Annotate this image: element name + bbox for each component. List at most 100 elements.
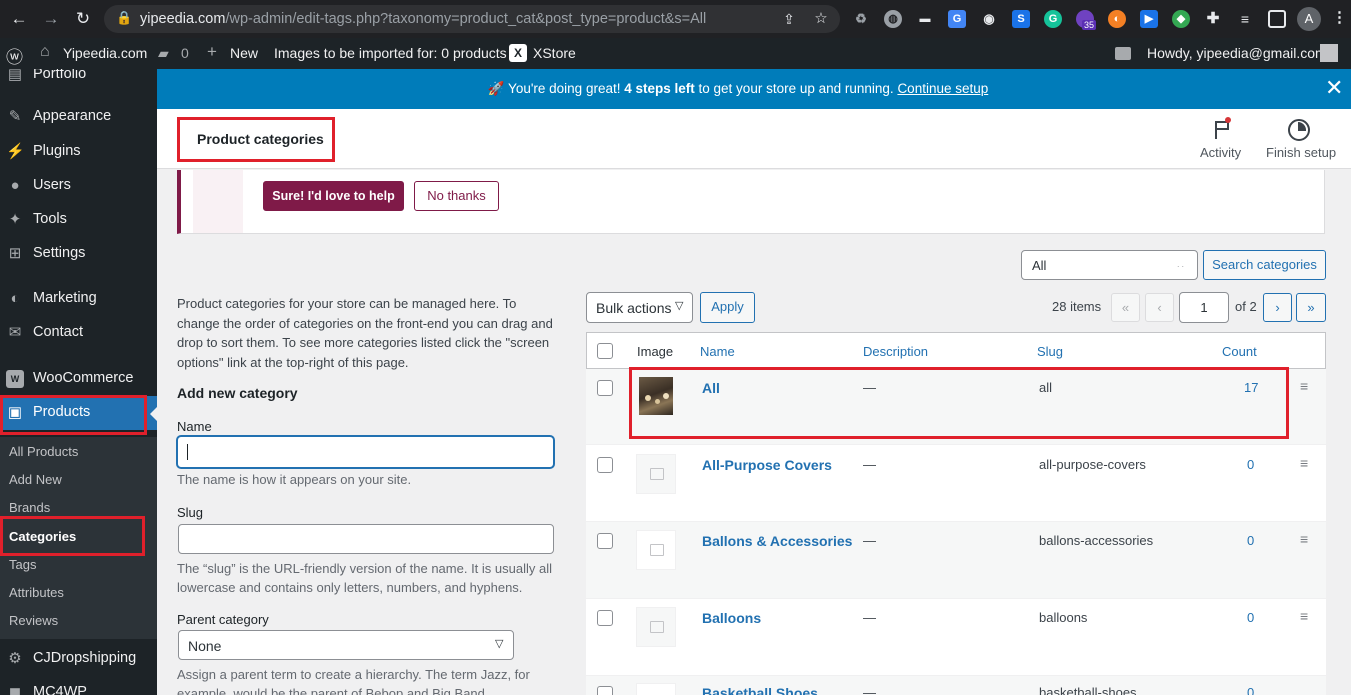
menu-appearance[interactable]: ✎ Appearance [0, 100, 157, 134]
row-checkbox[interactable] [597, 533, 613, 549]
camera-extension-icon[interactable]: ◉ [980, 10, 998, 28]
submenu-reviews[interactable]: Reviews [9, 613, 58, 628]
name-help-text: The name is how it appears on your site. [177, 472, 412, 487]
search-categories-button[interactable]: Search categories [1203, 250, 1326, 280]
extensions-puzzle-icon[interactable]: ✚ [1204, 10, 1222, 28]
search-categories-input[interactable]: All .. [1021, 250, 1198, 280]
select-all-checkbox[interactable] [597, 343, 613, 359]
next-page-button[interactable]: › [1263, 293, 1292, 322]
half-moon-extension-icon[interactable]: ◐ [1108, 10, 1126, 28]
globe-extension-icon[interactable]: ◍ [884, 10, 902, 28]
finish-setup-label[interactable]: Finish setup [1266, 145, 1336, 160]
submenu-all-products[interactable]: All Products [9, 444, 78, 459]
menu-users[interactable]: ● Users [0, 169, 157, 203]
category-count[interactable]: 0 [1247, 610, 1254, 625]
category-count[interactable]: 0 [1247, 533, 1254, 548]
category-count[interactable]: 0 [1247, 685, 1254, 695]
xstore-link[interactable]: XStore [533, 45, 576, 61]
activity-flag-icon[interactable] [1213, 117, 1231, 139]
menu-contact[interactable]: ✉ Contact [0, 316, 157, 350]
category-name-link[interactable]: Ballons & Accessories [702, 533, 852, 549]
address-bar[interactable]: 🔒 yipeedia.com/wp-admin/edit-tags.php?ta… [104, 5, 840, 33]
grammarly-extension-icon[interactable]: G [1044, 10, 1062, 28]
category-name-link[interactable]: All-Purpose Covers [702, 457, 832, 473]
category-name-link[interactable]: Basketball Shoes [702, 685, 818, 695]
profile-avatar[interactable]: A [1297, 7, 1321, 31]
images-import-notice[interactable]: Images to be imported for: 0 products [274, 45, 507, 61]
reload-icon[interactable]: ↻ [72, 8, 94, 30]
menu-settings[interactable]: ⊞ Settings [0, 237, 157, 271]
active-menu-arrow [150, 406, 157, 422]
column-name[interactable]: Name [700, 344, 735, 359]
leaf-extension-icon[interactable]: ◆ [1172, 10, 1190, 28]
video-extension-icon[interactable]: ▶ [1140, 10, 1158, 28]
row-checkbox[interactable] [597, 380, 613, 396]
sure-help-button[interactable]: Sure! I'd love to help [263, 181, 404, 211]
submenu-brands[interactable]: Brands [9, 500, 50, 515]
continue-setup-link[interactable]: Continue setup [897, 81, 988, 96]
menu-cjdropshipping[interactable]: ⚙ CJDropshipping [0, 642, 157, 676]
forward-icon[interactable]: → [40, 8, 62, 30]
browser-menu-icon[interactable]: ⋮ [1332, 8, 1347, 26]
slug-help-text: The “slug” is the URL-friendly version o… [177, 561, 552, 595]
s-extension-icon[interactable]: S [1012, 10, 1030, 28]
activity-label[interactable]: Activity [1200, 145, 1241, 160]
notification-icon[interactable] [1115, 47, 1131, 60]
row-checkbox[interactable] [597, 610, 613, 626]
howdy-user-link[interactable]: Howdy, yipeedia@gmail.com [1147, 45, 1327, 61]
user-avatar[interactable] [1320, 44, 1338, 62]
recycle-extension-icon[interactable]: ♻ [852, 10, 870, 28]
submenu-attributes[interactable]: Attributes [9, 585, 64, 600]
first-page-button[interactable]: « [1111, 293, 1140, 322]
share-icon[interactable]: ⇪ [778, 8, 800, 30]
plus-icon[interactable]: + [207, 42, 217, 62]
category-name-link[interactable]: Balloons [702, 610, 761, 626]
back-icon[interactable]: ← [8, 8, 30, 30]
drag-handle-icon[interactable]: ≡ [1300, 455, 1308, 471]
text-cursor [187, 444, 188, 460]
menu-plugins[interactable]: ⚡ Plugins [0, 135, 157, 169]
last-page-button[interactable]: » [1296, 293, 1326, 322]
column-count[interactable]: Count [1222, 344, 1257, 359]
comment-icon[interactable]: ▰ [158, 45, 169, 62]
menu-tools[interactable]: ✦ Tools [0, 203, 157, 237]
menu-woocommerce[interactable]: W WooCommerce [0, 362, 157, 396]
apply-button[interactable]: Apply [700, 292, 755, 323]
menu-portfolio[interactable]: ▤ Portfolio [0, 69, 157, 92]
reading-list-icon[interactable]: ≡ [1236, 10, 1254, 28]
comments-count[interactable]: 0 [181, 45, 189, 61]
drag-handle-icon[interactable]: ≡ [1300, 608, 1308, 624]
finish-setup-progress-icon[interactable] [1288, 119, 1310, 141]
submenu-tags[interactable]: Tags [9, 557, 36, 572]
no-thanks-button[interactable]: No thanks [414, 181, 499, 211]
woo-icon: W [6, 370, 24, 388]
row-checkbox[interactable] [597, 686, 613, 695]
notice-illustration [193, 170, 243, 233]
new-content-link[interactable]: New [230, 45, 258, 61]
submenu-add-new[interactable]: Add New [9, 472, 62, 487]
category-name-input[interactable] [177, 436, 554, 468]
prev-page-button[interactable]: ‹ [1145, 293, 1174, 322]
envelope-icon: ✉ [8, 324, 22, 341]
drag-handle-icon[interactable]: ≡ [1300, 378, 1308, 394]
bookmark-star-icon[interactable]: ☆ [810, 8, 832, 30]
current-page-input[interactable]: 1 [1179, 292, 1229, 323]
wordpress-logo-icon[interactable]: ⓦ [6, 43, 23, 68]
column-description[interactable]: Description [863, 344, 928, 359]
screen-extension-icon[interactable]: ▬ [916, 10, 934, 28]
translate-extension-icon[interactable]: G [948, 10, 966, 28]
site-name-link[interactable]: Yipeedia.com [63, 45, 147, 61]
bulk-actions-select[interactable]: Bulk actions ▽ [586, 292, 693, 323]
column-slug[interactable]: Slug [1037, 344, 1063, 359]
category-slug-input[interactable] [178, 524, 554, 554]
xstore-logo-icon: X [509, 44, 527, 62]
row-checkbox[interactable] [597, 457, 613, 473]
drag-handle-icon[interactable]: ≡ [1300, 531, 1308, 547]
menu-marketing[interactable]: ◐ Marketing [0, 282, 157, 316]
parent-category-select[interactable]: None ▽ [178, 630, 514, 660]
browser-toolbar: ← → ↻ 🔒 yipeedia.com/wp-admin/edit-tags.… [0, 0, 1351, 38]
category-count[interactable]: 0 [1247, 457, 1254, 472]
menu-mc4wp[interactable]: ◼ MC4WP [0, 676, 157, 695]
sidepanel-icon[interactable] [1268, 10, 1286, 28]
close-banner-icon[interactable]: ✕ [1325, 75, 1343, 101]
